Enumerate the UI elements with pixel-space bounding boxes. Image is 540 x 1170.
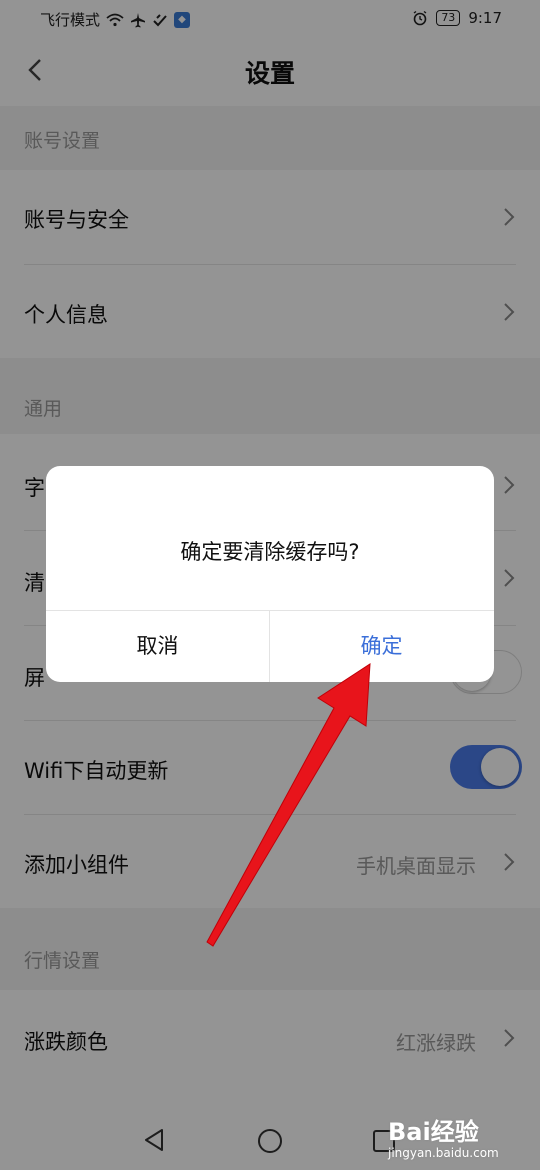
- cancel-button[interactable]: 取消: [46, 611, 269, 682]
- watermark-brand: Bai经验: [388, 1118, 479, 1146]
- watermark-url: jingyan.baidu.com: [388, 1146, 499, 1160]
- confirm-button[interactable]: 确定: [270, 611, 493, 682]
- clear-cache-dialog: 确定要清除缓存吗? 取消 确定: [46, 466, 494, 682]
- dialog-message: 确定要清除缓存吗?: [180, 540, 360, 564]
- baidu-jingyan-watermark: Bai经验 jingyan.baidu.com: [388, 1106, 538, 1168]
